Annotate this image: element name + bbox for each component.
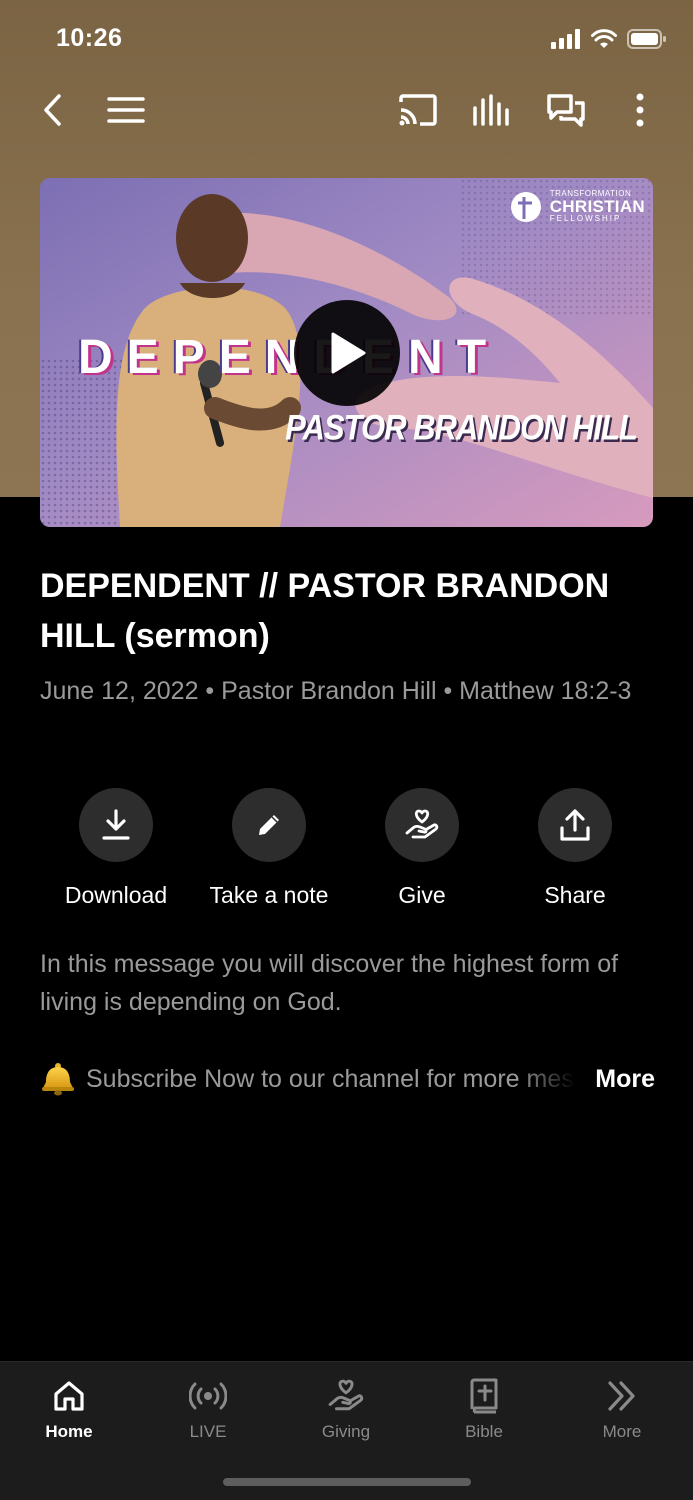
signal-icon <box>551 29 580 49</box>
share-button[interactable]: Share <box>500 788 650 909</box>
description-more-link[interactable]: More <box>595 1060 655 1098</box>
sermon-meta: June 12, 2022 • Pastor Brandon Hill • Ma… <box>40 677 632 705</box>
bell-icon <box>42 1063 74 1096</box>
tab-bible-label: Bible <box>465 1422 503 1441</box>
wifi-icon <box>591 29 617 48</box>
give-heart-hand-icon <box>405 809 439 839</box>
tab-live[interactable]: LIVE <box>148 1376 268 1442</box>
play-icon <box>331 332 366 374</box>
subscribe-text: Subscribe Now to our channel for more me… <box>86 1065 576 1093</box>
logo-mark-icon <box>510 191 541 222</box>
give-button[interactable]: Give <box>347 788 497 909</box>
nav-bar <box>0 82 693 138</box>
share-icon <box>560 809 590 841</box>
chevron-left-icon <box>44 94 61 126</box>
chat-button[interactable] <box>538 82 594 138</box>
chevrons-right-icon <box>608 1381 635 1411</box>
share-label: Share <box>544 882 606 908</box>
bible-icon <box>470 1378 498 1414</box>
giving-icon <box>328 1379 364 1411</box>
give-label: Give <box>398 882 446 908</box>
menu-button[interactable] <box>98 82 154 138</box>
audio-button[interactable] <box>464 82 520 138</box>
chat-icon <box>547 94 585 127</box>
video-player[interactable]: TRANSFORMATION CHRISTIAN FELLOWSHIP DEPE… <box>40 178 653 527</box>
overflow-menu-button[interactable] <box>612 82 668 138</box>
pencil-icon <box>259 815 279 835</box>
tab-giving[interactable]: Giving <box>286 1376 406 1442</box>
sermon-description: In this message you will discover the hi… <box>40 950 619 1016</box>
live-broadcast-icon <box>189 1382 227 1410</box>
tab-more[interactable]: More <box>562 1376 682 1442</box>
subscribe-row: Subscribe Now to our channel for more me… <box>40 1060 655 1100</box>
video-speaker-overlay: PASTOR BRANDON HILL <box>285 407 638 448</box>
download-label: Download <box>64 882 168 908</box>
logo-line-2: CHRISTIAN <box>549 197 645 216</box>
back-button[interactable] <box>24 82 80 138</box>
action-row: Download Take a note Give Share <box>40 788 653 918</box>
download-circle[interactable] <box>79 788 153 862</box>
download-button[interactable]: Download <box>41 788 191 909</box>
tab-bible[interactable]: Bible <box>424 1376 544 1442</box>
tab-home-label: Home <box>45 1422 93 1441</box>
give-circle[interactable] <box>385 788 459 862</box>
status-time: 10:26 <box>56 24 123 52</box>
tab-giving-label: Giving <box>321 1422 371 1441</box>
download-icon <box>102 809 130 840</box>
logo-line-3: FELLOWSHIP <box>549 214 622 223</box>
share-circle[interactable] <box>538 788 612 862</box>
home-indicator <box>223 1478 471 1486</box>
cast-icon <box>399 94 437 126</box>
audio-bars-icon <box>473 94 509 126</box>
church-logo: TRANSFORMATION CHRISTIAN FELLOWSHIP <box>510 190 645 223</box>
take-note-button[interactable]: Take a note <box>194 788 344 909</box>
home-icon <box>54 1381 84 1411</box>
play-button[interactable] <box>294 300 400 406</box>
tab-live-label: LIVE <box>189 1422 227 1441</box>
tab-home[interactable]: Home <box>9 1376 129 1442</box>
hamburger-icon <box>107 97 145 123</box>
cast-button[interactable] <box>390 82 446 138</box>
take-note-circle[interactable] <box>232 788 306 862</box>
battery-icon <box>627 29 666 49</box>
tab-more-label: More <box>602 1422 642 1441</box>
status-icons <box>551 28 667 50</box>
take-note-label: Take a note <box>209 882 329 908</box>
sermon-title: DEPENDENT // PASTOR BRANDON HILL (sermon… <box>40 567 610 655</box>
more-vertical-icon <box>636 93 644 127</box>
